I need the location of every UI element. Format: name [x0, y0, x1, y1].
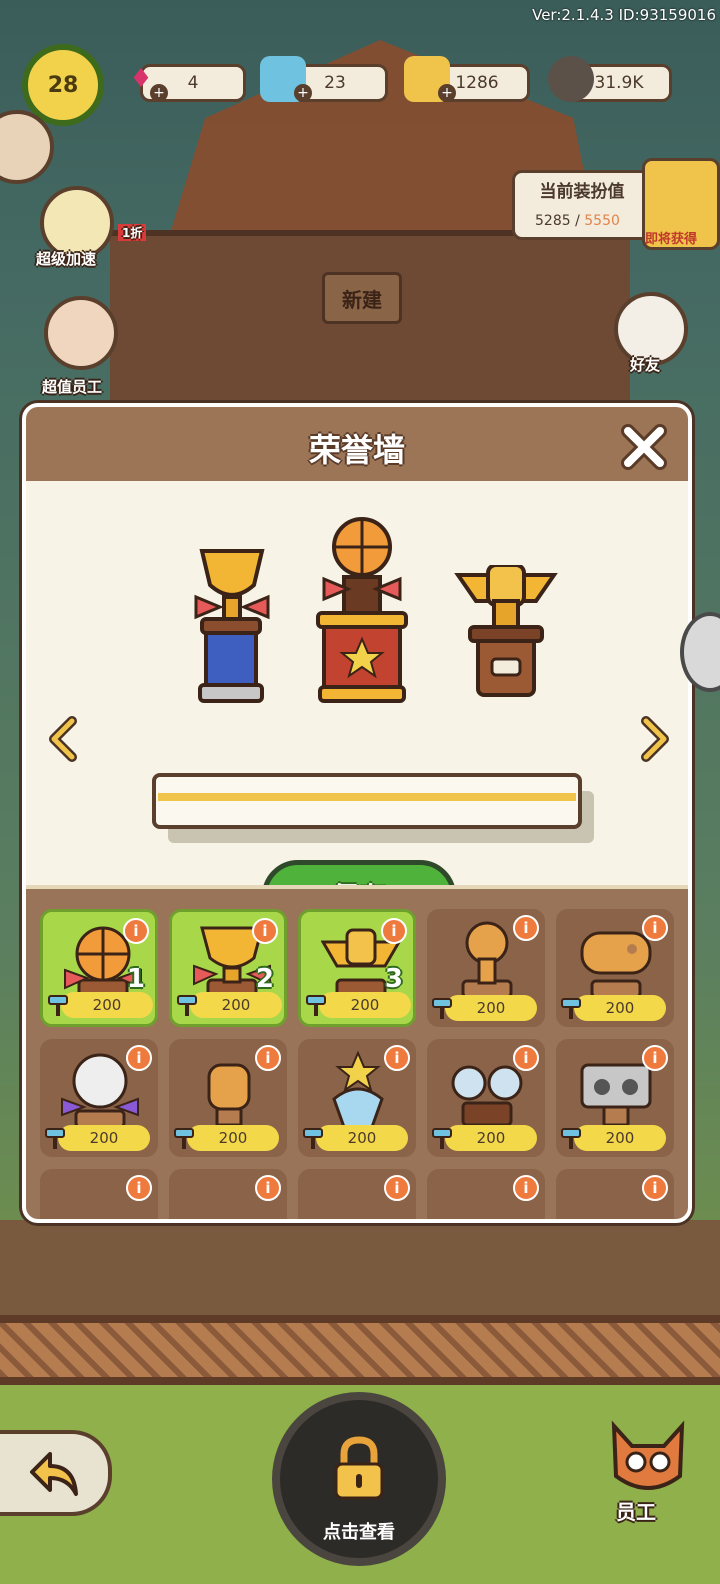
slot-price: 200	[61, 992, 153, 1018]
trophy-inventory-grid: i 200 1 i 200 2 i 200 3 i 200 i 200 i 20…	[26, 885, 688, 1219]
trophy-slot-thumbs-up[interactable]: i 200	[169, 1039, 287, 1157]
trophy-slot-cassette[interactable]: i 200	[556, 1039, 674, 1157]
decor-score-value: 5285 / 5550	[535, 213, 620, 229]
slot-price: 200	[190, 992, 282, 1018]
trophy-slot-basketball[interactable]: i 200 1	[40, 909, 158, 1027]
back-button[interactable]	[0, 1430, 112, 1516]
trophy-slot-rabbit[interactable]: i	[556, 1169, 674, 1219]
dialog-header: 荣誉墙	[26, 407, 688, 485]
locked-view-button[interactable]: 点击查看	[272, 1392, 446, 1566]
staff-label: 员工	[616, 1500, 656, 1524]
trophy-slot-gold-ingot[interactable]: i 200 3	[298, 909, 416, 1027]
trophy-slot-cat[interactable]: i	[427, 1169, 545, 1219]
slot-price: 200	[445, 1125, 537, 1151]
slot-price: 200	[187, 1125, 279, 1151]
slot-rank-number: 1	[126, 964, 145, 994]
basketball-trophy[interactable]	[314, 515, 410, 705]
view-label: 点击查看	[323, 1522, 395, 1543]
info-icon[interactable]: i	[123, 918, 149, 944]
add-tickets-button[interactable]: +	[294, 84, 312, 102]
gold-ingot-trophy[interactable]	[454, 565, 558, 705]
new-build-sign[interactable]: 新建	[322, 272, 402, 324]
gold-cup-trophy[interactable]	[190, 545, 274, 705]
version-text: Ver:2.1.4.3 ID:93159016	[532, 6, 716, 24]
staff-offer-icon[interactable]	[44, 296, 118, 370]
info-icon[interactable]: i	[255, 1045, 281, 1071]
discount-badge: 1折	[118, 224, 147, 241]
trophy-slot-star-wings[interactable]: i 200	[298, 1039, 416, 1157]
slot-price: 200	[445, 995, 537, 1021]
dialog-title: 荣誉墙	[308, 431, 405, 469]
slot-price: 200	[58, 1125, 150, 1151]
slot-rank-number: 2	[255, 964, 274, 994]
decor-score-panel[interactable]: 当前装扮值 5285 / 5550	[512, 170, 652, 240]
trophy-slot-frame[interactable]: i	[40, 1169, 158, 1219]
honor-wall-dialog: 荣誉墙 i 200 1 i 200 2 i 200 3 i 200 i 200 …	[22, 403, 692, 1223]
info-icon[interactable]: i	[252, 918, 278, 944]
lock-icon	[334, 1436, 384, 1500]
paint-roller-icon	[303, 1128, 323, 1149]
trophy-slot-bow[interactable]: i	[169, 1169, 287, 1219]
trophy-slot-gamepad[interactable]: i 200	[556, 909, 674, 1027]
staff-offer-label: 超值员工	[42, 378, 103, 396]
trophy-shelf	[152, 773, 582, 829]
paint-roller-icon	[45, 1128, 65, 1149]
info-icon[interactable]: i	[126, 1045, 152, 1071]
sunflower-seed-icon	[548, 56, 594, 102]
info-icon[interactable]: i	[381, 918, 407, 944]
info-icon[interactable]: i	[126, 1175, 152, 1201]
trophy-slot-volleyball[interactable]: i 200	[40, 1039, 158, 1157]
close-icon[interactable]	[620, 423, 668, 471]
shelf-gold-trim	[158, 793, 576, 801]
info-icon[interactable]: i	[384, 1045, 410, 1071]
info-icon[interactable]: i	[384, 1175, 410, 1201]
info-icon[interactable]: i	[642, 915, 668, 941]
super-speed-label: 超级加速	[36, 250, 97, 268]
decor-max: 5550	[584, 213, 620, 229]
trophy-slot-glasses[interactable]: i 200	[427, 1039, 545, 1157]
friends-label: 好友	[630, 356, 661, 374]
trophy-slot-fish[interactable]: i	[298, 1169, 416, 1219]
slot-price: 200	[319, 992, 411, 1018]
info-icon[interactable]: i	[513, 915, 539, 941]
add-gems-button[interactable]: +	[150, 84, 168, 102]
staff-button[interactable]: 员工	[594, 1416, 702, 1530]
slot-price: 200	[316, 1125, 408, 1151]
decor-score-title: 当前装扮值	[539, 182, 625, 202]
paint-roller-icon	[174, 1128, 194, 1149]
paint-roller-icon	[432, 998, 452, 1019]
info-icon[interactable]: i	[255, 1175, 281, 1201]
paint-roller-icon	[561, 998, 581, 1019]
back-arrow-icon	[30, 1452, 78, 1496]
fox-staff-icon	[611, 1420, 685, 1490]
paint-roller-icon	[561, 1128, 581, 1149]
info-icon[interactable]: i	[642, 1045, 668, 1071]
paint-roller-icon	[432, 1128, 452, 1149]
info-icon[interactable]: i	[642, 1175, 668, 1201]
trophy-showcase: 保存	[26, 485, 688, 932]
trophy-slot-mushroom-cloud[interactable]: i 200	[427, 909, 545, 1027]
fence	[0, 1315, 720, 1385]
slot-price: 200	[574, 995, 666, 1021]
slot-rank-number: 3	[384, 964, 403, 994]
paint-roller-icon	[177, 995, 197, 1016]
upcoming-reward-label: 即将获得	[645, 232, 698, 247]
paint-roller-icon	[306, 995, 326, 1016]
paint-roller-icon	[48, 995, 68, 1016]
chevron-left-icon[interactable]	[44, 715, 80, 763]
decor-current: 5285	[535, 213, 571, 229]
trophy-slot-gold-cup[interactable]: i 200 2	[169, 909, 287, 1027]
info-icon[interactable]: i	[513, 1045, 539, 1071]
add-cards-button[interactable]: +	[438, 84, 456, 102]
slot-price: 200	[574, 1125, 666, 1151]
chevron-right-icon[interactable]	[638, 715, 674, 763]
info-icon[interactable]: i	[513, 1175, 539, 1201]
